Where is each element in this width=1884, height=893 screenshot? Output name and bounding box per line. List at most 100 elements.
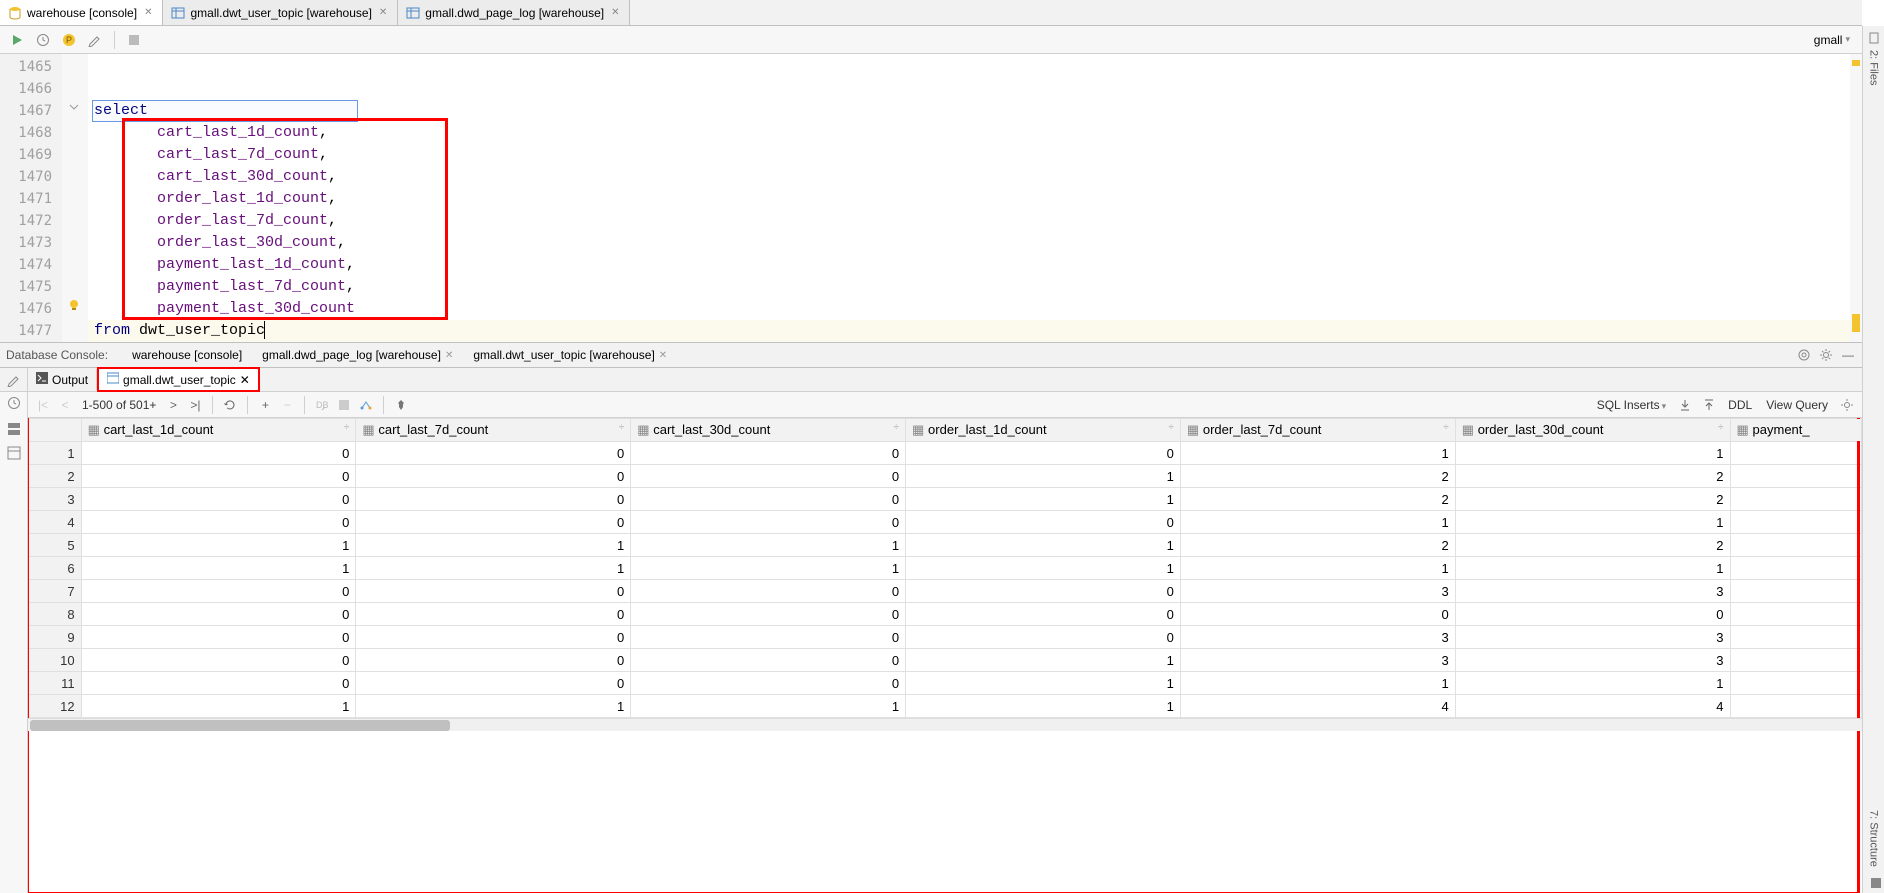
col-header[interactable]: ▦order_last_7d_count÷ xyxy=(1180,419,1455,442)
structure-panel-icon[interactable] xyxy=(1871,877,1877,883)
cell[interactable]: 1 xyxy=(1180,511,1455,534)
cell[interactable]: 2 xyxy=(1180,534,1455,557)
close-icon[interactable]: ✕ xyxy=(240,373,250,387)
cell[interactable]: 2 xyxy=(1180,488,1455,511)
table-row[interactable]: 4000011 xyxy=(29,511,1862,534)
table-row[interactable]: 1000011 xyxy=(29,442,1862,465)
table-row[interactable]: 2000122 xyxy=(29,465,1862,488)
cell[interactable]: 0 xyxy=(631,465,906,488)
cell[interactable]: 1 xyxy=(81,534,356,557)
cell[interactable] xyxy=(1730,649,1861,672)
table-row[interactable]: 5111122 xyxy=(29,534,1862,557)
gear-icon[interactable] xyxy=(1838,396,1856,414)
cell[interactable]: 0 xyxy=(81,465,356,488)
ddl-button[interactable]: DDL xyxy=(1724,398,1756,412)
cell[interactable]: 0 xyxy=(81,511,356,534)
col-header[interactable]: ▦payment_ xyxy=(1730,419,1861,442)
cell[interactable]: 2 xyxy=(1455,534,1730,557)
cell[interactable] xyxy=(1730,580,1861,603)
cell[interactable]: 0 xyxy=(356,511,631,534)
cell[interactable]: 2 xyxy=(1455,488,1730,511)
schema-selector[interactable]: gmall ▾ xyxy=(1808,33,1856,47)
cell[interactable]: 1 xyxy=(631,557,906,580)
layout-icon[interactable] xyxy=(6,421,22,437)
cell[interactable]: 1 xyxy=(906,557,1181,580)
close-icon[interactable]: ✕ xyxy=(142,7,154,18)
cell[interactable]: 3 xyxy=(1180,626,1455,649)
cell[interactable]: 0 xyxy=(81,580,356,603)
cell[interactable]: 1 xyxy=(1180,672,1455,695)
history-icon[interactable] xyxy=(6,395,22,411)
history-icon[interactable] xyxy=(32,29,54,51)
cell[interactable]: 1 xyxy=(1180,557,1455,580)
code-area[interactable]: select cart_last_1d_count, cart_last_7d_… xyxy=(88,54,1862,342)
cell[interactable]: 1 xyxy=(631,695,906,718)
remove-row-icon[interactable]: − xyxy=(278,396,296,414)
commit-icon[interactable]: DB xyxy=(313,396,331,414)
table-row[interactable]: 6111111 xyxy=(29,557,1862,580)
stop-icon[interactable] xyxy=(123,29,145,51)
cell[interactable]: 4 xyxy=(1455,695,1730,718)
cell[interactable]: 0 xyxy=(356,603,631,626)
cell[interactable]: 0 xyxy=(81,603,356,626)
cell[interactable]: 0 xyxy=(906,580,1181,603)
download-icon[interactable] xyxy=(1676,396,1694,414)
cell[interactable]: 1 xyxy=(1455,557,1730,580)
cell[interactable]: 3 xyxy=(1455,580,1730,603)
cell[interactable]: 0 xyxy=(1180,603,1455,626)
console-tab-user-topic[interactable]: gmall.dwt_user_topic [warehouse] ✕ xyxy=(465,345,675,365)
gear-icon[interactable] xyxy=(1818,347,1834,363)
table-row[interactable]: 8000000 xyxy=(29,603,1862,626)
result-tab-user-topic[interactable]: gmall.dwt_user_topic ✕ xyxy=(97,367,260,392)
cell[interactable] xyxy=(1730,626,1861,649)
next-page-icon[interactable]: > xyxy=(164,396,182,414)
cell[interactable]: 1 xyxy=(906,465,1181,488)
cell[interactable]: 0 xyxy=(631,580,906,603)
table-row[interactable]: 11000111 xyxy=(29,672,1862,695)
col-header[interactable]: ▦cart_last_30d_count÷ xyxy=(631,419,906,442)
cell[interactable]: 1 xyxy=(1455,672,1730,695)
cell[interactable]: 1 xyxy=(631,534,906,557)
cell[interactable]: 0 xyxy=(906,442,1181,465)
table-row[interactable]: 3000122 xyxy=(29,488,1862,511)
cell[interactable]: 0 xyxy=(356,488,631,511)
cell[interactable]: 3 xyxy=(1180,649,1455,672)
result-grid[interactable]: ▦cart_last_1d_count÷ ▦cart_last_7d_count… xyxy=(28,418,1862,893)
table-icon[interactable] xyxy=(6,445,22,461)
cell[interactable] xyxy=(1730,488,1861,511)
cell[interactable]: 1 xyxy=(81,557,356,580)
run-icon[interactable] xyxy=(6,29,28,51)
cell[interactable]: 1 xyxy=(1180,442,1455,465)
col-header[interactable]: ▦order_last_1d_count÷ xyxy=(906,419,1181,442)
cell[interactable] xyxy=(1730,534,1861,557)
wrench-icon[interactable] xyxy=(6,372,22,388)
cell[interactable]: 0 xyxy=(356,465,631,488)
sql-inserts-dropdown[interactable]: SQL Inserts▾ xyxy=(1593,398,1670,412)
close-icon[interactable]: ✕ xyxy=(609,7,621,18)
cell[interactable]: 3 xyxy=(1455,626,1730,649)
col-header[interactable]: ▦cart_last_7d_count÷ xyxy=(356,419,631,442)
cell[interactable]: 0 xyxy=(81,649,356,672)
cell[interactable]: 0 xyxy=(631,511,906,534)
add-row-icon[interactable]: + xyxy=(256,396,274,414)
cell[interactable]: 1 xyxy=(356,557,631,580)
stop-icon[interactable] xyxy=(335,396,353,414)
cell[interactable]: 0 xyxy=(631,626,906,649)
target-icon[interactable] xyxy=(1796,347,1812,363)
cell[interactable]: 0 xyxy=(906,626,1181,649)
cell[interactable]: 3 xyxy=(1180,580,1455,603)
cell[interactable]: 0 xyxy=(81,442,356,465)
cell[interactable]: 0 xyxy=(356,442,631,465)
console-tab-warehouse[interactable]: warehouse [console] xyxy=(124,345,250,365)
cell[interactable]: 0 xyxy=(356,580,631,603)
sql-editor[interactable]: 1465 1466 1467 1468 1469 1470 1471 1472 … xyxy=(0,54,1862,342)
cell[interactable]: 1 xyxy=(906,695,1181,718)
minimize-icon[interactable]: — xyxy=(1840,347,1856,363)
explain-plan-icon[interactable]: P xyxy=(58,29,80,51)
cell[interactable]: 1 xyxy=(356,695,631,718)
cell[interactable]: 1 xyxy=(906,534,1181,557)
structure-panel-label[interactable]: 7: Structure xyxy=(1868,810,1880,867)
close-icon[interactable]: ✕ xyxy=(659,350,667,361)
cell[interactable]: 1 xyxy=(1455,511,1730,534)
cell[interactable]: 0 xyxy=(631,488,906,511)
